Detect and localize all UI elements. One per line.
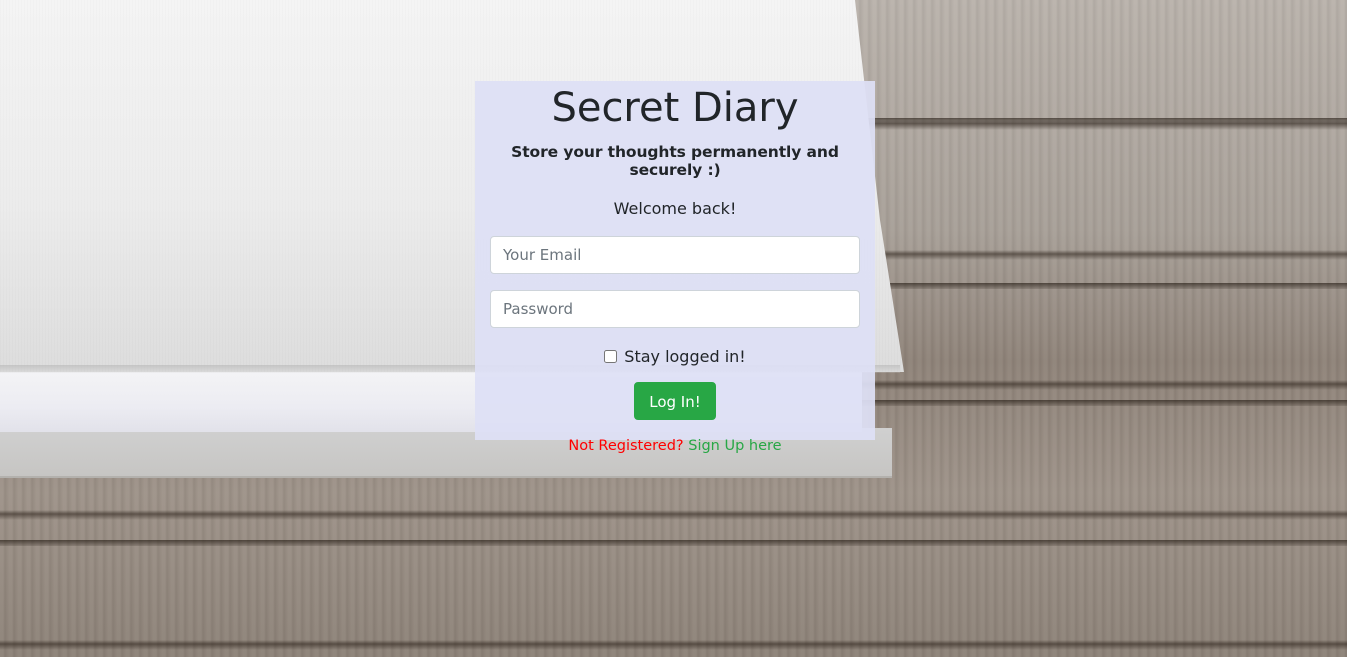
welcome-message: Welcome back! — [613, 199, 737, 218]
remember-me-row: Stay logged in! — [475, 347, 875, 366]
email-field[interactable] — [490, 236, 860, 274]
page-title: Secret Diary — [551, 85, 799, 131]
stay-logged-in-checkbox[interactable] — [604, 350, 618, 363]
tagline: Store your thoughts permanently and secu… — [511, 143, 839, 179]
sign-up-link[interactable]: Sign Up here — [688, 438, 781, 454]
login-panel: Secret Diary Store your thoughts permane… — [475, 81, 875, 454]
wood-plank-seam — [0, 540, 1347, 546]
stay-logged-in-label: Stay logged in! — [624, 347, 746, 366]
password-field[interactable] — [490, 290, 860, 328]
not-registered-text: Not Registered? — [568, 438, 684, 454]
signup-prompt: Not Registered? Sign Up here — [475, 438, 875, 454]
login-button[interactable]: Log In! — [634, 382, 716, 420]
